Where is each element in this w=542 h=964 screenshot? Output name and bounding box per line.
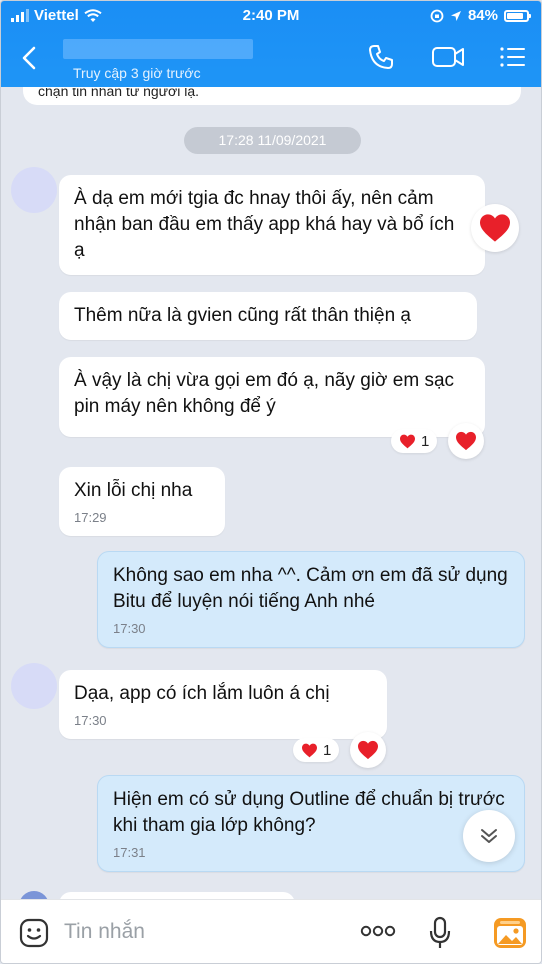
avatar[interactable] <box>11 167 57 213</box>
message-bubble[interactable]: Dạa, app có ích lắm luôn á chị 17:30 <box>59 670 387 739</box>
message-bubble[interactable]: À dạ em mới tgia đc hnay thôi ấy, nên cả… <box>59 175 485 275</box>
heart-icon <box>480 214 510 242</box>
message-time: 17:30 <box>74 713 107 728</box>
microphone-icon[interactable] <box>429 916 451 950</box>
message-text: Không sao em nha ^^. Cảm ơn em đã sử dụn… <box>113 565 508 612</box>
message-time: 17:29 <box>74 510 107 525</box>
avatar[interactable] <box>19 891 49 899</box>
heart-icon <box>302 743 317 757</box>
date-separator: 17:28 11/09/2021 <box>184 127 361 154</box>
last-seen-status: Truy cập 3 giờ trước <box>73 65 201 81</box>
message-bubble[interactable]: Thêm nữa là gvien cũng rất thân thiện ạ <box>59 292 477 340</box>
video-camera-icon[interactable] <box>431 43 465 71</box>
message-text: Hiện em có sử dụng Outline để chuẩn bị t… <box>113 789 505 836</box>
sticker-smile-icon[interactable] <box>19 918 49 948</box>
battery-percent: 84% <box>467 7 498 24</box>
rotation-lock-icon <box>430 9 444 22</box>
message-bubble[interactable]: Xin lỗi chị nha 17:29 <box>59 467 225 536</box>
more-dots-icon[interactable] <box>360 924 396 938</box>
message-text: Xin lỗi chị nha <box>74 480 193 501</box>
message-bubble[interactable]: chặn tin nhắn từ người lạ. <box>23 87 521 105</box>
reaction-button[interactable] <box>471 204 519 252</box>
chat-header: Viettel 2:40 PM 84% Truy cập 3 giờ trước <box>1 1 541 87</box>
heart-icon <box>456 431 476 451</box>
status-bar: Viettel 2:40 PM 84% <box>1 7 541 29</box>
message-bubble-sent[interactable]: Hiện em có sử dụng Outline để chuẩn bị t… <box>97 775 525 872</box>
list-menu-icon[interactable] <box>499 43 527 71</box>
reaction-count: 1 <box>421 432 430 450</box>
phone-icon[interactable] <box>367 43 395 71</box>
gallery-image-icon[interactable] <box>493 917 527 949</box>
message-bubble[interactable] <box>59 892 295 899</box>
message-text: Thêm nữa là gvien cũng rất thân thiện ạ <box>74 305 411 326</box>
message-time: 17:31 <box>113 845 146 860</box>
reaction-summary[interactable]: 1 <box>391 429 438 453</box>
reaction-summary[interactable]: 1 <box>293 738 340 762</box>
message-bubble[interactable]: À vậy là chị vừa gọi em đó ạ, nãy giờ em… <box>59 357 485 437</box>
chevron-double-down-icon <box>481 829 497 843</box>
message-text: À vậy là chị vừa gọi em đó ạ, nãy giờ em… <box>74 370 455 417</box>
heart-icon <box>400 434 415 448</box>
message-time: 17:30 <box>113 621 146 636</box>
message-text: À dạ em mới tgia đc hnay thôi ấy, nên cả… <box>74 188 455 261</box>
battery-icon <box>504 9 531 22</box>
chat-nav-bar: Truy cập 3 giờ trước <box>1 33 541 85</box>
reaction-count: 1 <box>323 741 332 759</box>
location-icon <box>450 10 461 21</box>
reaction-button[interactable] <box>350 732 386 768</box>
contact-name-redacted[interactable] <box>63 39 253 59</box>
chevron-left-icon[interactable] <box>19 45 41 71</box>
heart-icon <box>358 740 378 760</box>
message-bubble-sent[interactable]: Không sao em nha ^^. Cảm ơn em đã sử dụn… <box>97 551 525 648</box>
message-input[interactable]: Tin nhắn <box>64 920 145 944</box>
message-text: chặn tin nhắn từ người lạ. <box>38 88 200 99</box>
message-text: Dạa, app có ích lắm luôn á chị <box>74 683 330 704</box>
scroll-to-bottom-button[interactable] <box>463 810 515 862</box>
message-list[interactable]: chặn tin nhắn từ người lạ. 17:28 11/09/2… <box>1 87 541 899</box>
chat-screen: Viettel 2:40 PM 84% Truy cập 3 giờ trước… <box>0 0 542 964</box>
reaction-button[interactable] <box>448 423 484 459</box>
avatar[interactable] <box>11 663 57 709</box>
message-composer: Tin nhắn <box>1 899 541 963</box>
